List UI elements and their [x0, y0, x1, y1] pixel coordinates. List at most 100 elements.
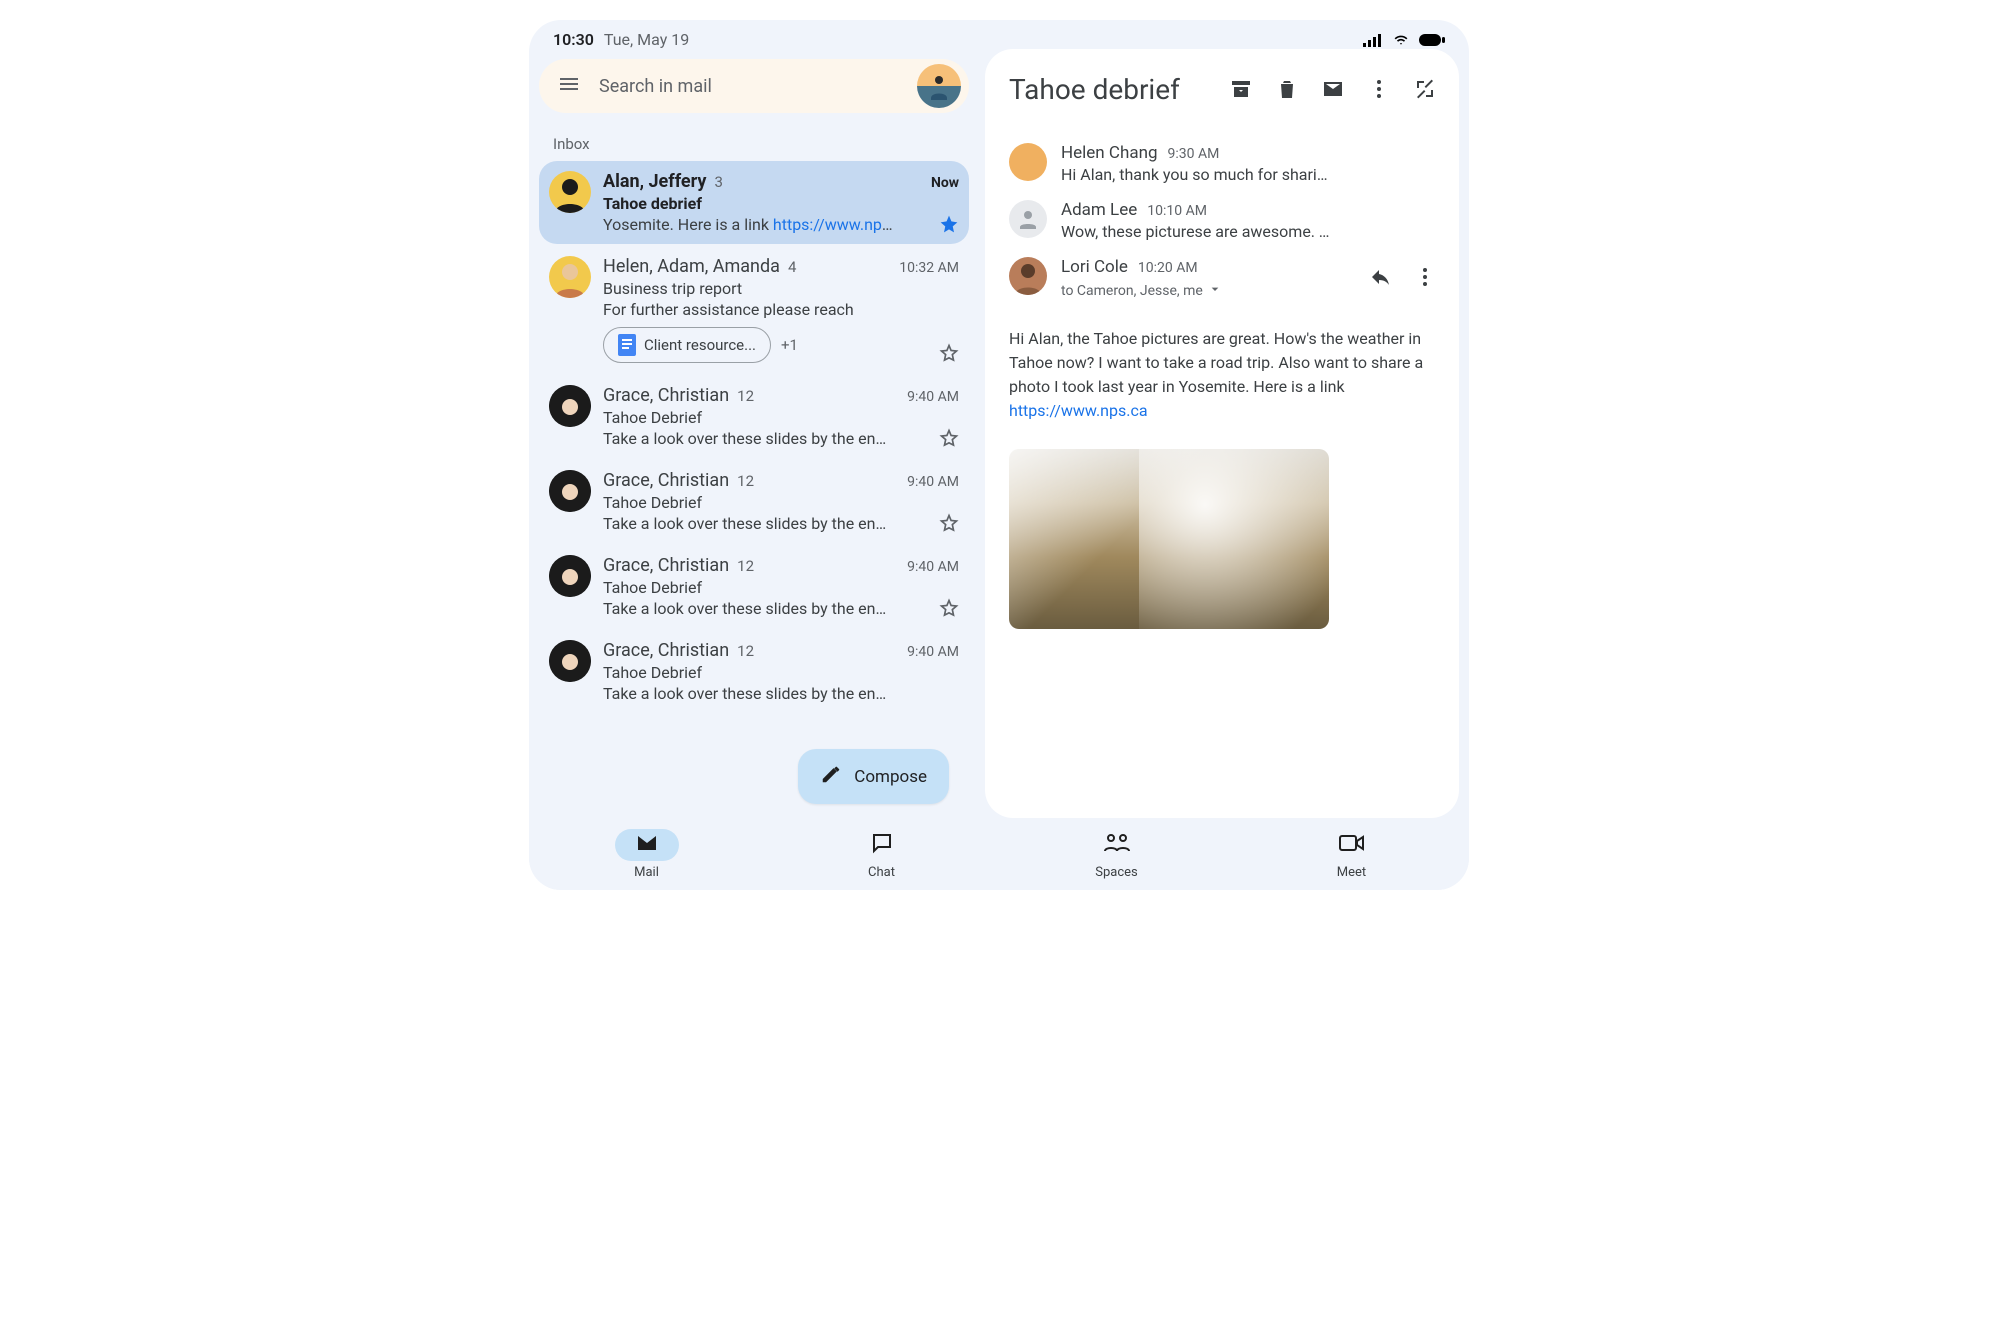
sender-avatar — [549, 385, 591, 427]
attachment-more[interactable]: +1 — [781, 336, 798, 354]
message-body-link[interactable]: https://www.nps.ca — [1009, 401, 1148, 420]
message-time: 10:20 AM — [1138, 260, 1198, 276]
status-bar: 10:30 Tue, May 19 — [529, 20, 1469, 49]
thread-count: 12 — [737, 472, 754, 490]
thread-time: 9:40 AM — [907, 389, 959, 405]
status-time: 10:30 — [553, 30, 594, 49]
battery-icon — [1419, 33, 1445, 47]
account-avatar[interactable] — [917, 64, 961, 108]
nav-chat[interactable]: Chat — [850, 829, 914, 880]
compose-button[interactable]: Compose — [798, 749, 949, 804]
thread-senders: Alan, Jeffery — [603, 171, 706, 192]
message-body: Hi Alan, the Tahoe pictures are great. H… — [1009, 309, 1445, 423]
thread-list[interactable]: Alan, Jeffery 3 Now Tahoe debrief Yosemi… — [539, 161, 969, 818]
thread-count: 4 — [788, 258, 796, 276]
delete-button[interactable] — [1267, 69, 1307, 109]
star-toggle[interactable] — [939, 598, 959, 618]
message-preview: Wow, these picturese are awesome. T... — [1061, 222, 1331, 241]
thread-time: 9:40 AM — [907, 559, 959, 575]
conversation-pane: Tahoe debrief — [985, 49, 1459, 818]
thread-count: 3 — [714, 173, 722, 191]
reply-button[interactable] — [1361, 257, 1401, 297]
nav-label: Meet — [1337, 865, 1366, 880]
thread-subject: Tahoe Debrief — [603, 578, 959, 597]
thread-snippet: Take a look over these slides by the end… — [603, 684, 893, 703]
nav-meet[interactable]: Meet — [1320, 829, 1384, 880]
expand-button[interactable] — [1405, 69, 1445, 109]
mail-icon — [635, 831, 659, 859]
star-toggle[interactable] — [939, 214, 959, 234]
spaces-icon — [1103, 833, 1131, 857]
inbox-pane: Search in mail Inbox Alan, Jeffery 3 N — [539, 49, 969, 818]
thread-count: 12 — [737, 387, 754, 405]
message-time: 9:30 AM — [1168, 146, 1220, 162]
sender-avatar — [549, 171, 591, 213]
message-collapsed[interactable]: Adam Lee 10:10 AM Wow, these picturese a… — [1009, 192, 1445, 249]
star-toggle[interactable] — [939, 343, 959, 363]
thread-subject: Tahoe Debrief — [603, 408, 959, 427]
thread-item[interactable]: Grace, Christian 12 9:40 AM Tahoe Debrie… — [539, 460, 969, 543]
thread-item[interactable]: Grace, Christian 12 9:40 AM Tahoe Debrie… — [539, 545, 969, 628]
message-sender: Lori Cole — [1061, 257, 1128, 277]
attachment-chip[interactable]: Client resource... — [603, 327, 771, 363]
thread-snippet: Take a look over these slides by the end… — [603, 599, 893, 618]
bottom-nav: Mail Chat Spaces Meet — [529, 818, 1469, 890]
search-placeholder: Search in mail — [599, 76, 899, 97]
thread-snippet: Take a look over these slides by the end… — [603, 514, 893, 533]
inbox-section-label: Inbox — [539, 127, 969, 161]
nav-label: Spaces — [1095, 865, 1138, 880]
thread-senders: Grace, Christian — [603, 385, 729, 406]
thread-count: 12 — [737, 557, 754, 575]
archive-button[interactable] — [1221, 69, 1261, 109]
message-sender: Adam Lee — [1061, 200, 1137, 220]
thread-time: 9:40 AM — [907, 474, 959, 490]
thread-snippet-link[interactable]: https://www.nps... — [773, 215, 893, 234]
thread-item[interactable]: Grace, Christian 12 9:40 AM Tahoe Debrie… — [539, 375, 969, 458]
thread-snippet: Take a look over these slides by the end… — [603, 429, 893, 448]
nav-spaces[interactable]: Spaces — [1085, 829, 1149, 880]
thread-subject: Business trip report — [603, 279, 959, 298]
search-bar[interactable]: Search in mail — [539, 59, 969, 113]
status-date: Tue, May 19 — [604, 30, 689, 49]
message-collapsed[interactable]: Helen Chang 9:30 AM Hi Alan, thank you s… — [1009, 135, 1445, 192]
compose-label: Compose — [854, 767, 927, 787]
message-recipients[interactable]: to Cameron, Jesse, me — [1061, 281, 1347, 301]
chevron-down-icon — [1207, 281, 1223, 301]
sender-avatar — [1009, 200, 1047, 238]
attached-photo[interactable] — [1009, 449, 1329, 629]
thread-item[interactable]: Helen, Adam, Amanda 4 10:32 AM Business … — [539, 246, 969, 373]
docs-icon — [618, 334, 636, 356]
thread-item[interactable]: Grace, Christian 12 9:40 AM Tahoe Debrie… — [539, 630, 969, 713]
conversation-title: Tahoe debrief — [1009, 73, 1215, 106]
sender-avatar — [549, 256, 591, 298]
thread-time: 10:32 AM — [899, 260, 959, 276]
message-sender: Helen Chang — [1061, 143, 1158, 163]
thread-subject: Tahoe Debrief — [603, 493, 959, 512]
star-toggle[interactable] — [939, 428, 959, 448]
thread-senders: Grace, Christian — [603, 555, 729, 576]
sender-avatar — [549, 640, 591, 682]
thread-senders: Grace, Christian — [603, 470, 729, 491]
sender-avatar — [549, 470, 591, 512]
star-toggle[interactable] — [939, 513, 959, 533]
sender-avatar — [549, 555, 591, 597]
app-window: 10:30 Tue, May 19 Search in mail — [529, 20, 1469, 890]
message-more-button[interactable] — [1405, 257, 1445, 297]
pencil-icon — [820, 763, 842, 790]
more-button[interactable] — [1359, 69, 1399, 109]
sender-avatar — [1009, 143, 1047, 181]
thread-time: 9:40 AM — [907, 644, 959, 660]
message-expanded: Lori Cole 10:20 AM to Cameron, Jesse, me — [1009, 249, 1445, 309]
nav-mail[interactable]: Mail — [615, 829, 679, 880]
nav-label: Chat — [868, 865, 895, 880]
thread-item[interactable]: Alan, Jeffery 3 Now Tahoe debrief Yosemi… — [539, 161, 969, 244]
thread-snippet: For further assistance please reach — [603, 300, 893, 319]
attachment-label: Client resource... — [644, 336, 756, 354]
thread-time: Now — [931, 175, 959, 191]
message-preview: Hi Alan, thank you so much for sharin... — [1061, 165, 1331, 184]
thread-subject: Tahoe Debrief — [603, 663, 959, 682]
meet-icon — [1339, 833, 1365, 857]
menu-icon[interactable] — [557, 72, 581, 100]
chat-icon — [870, 831, 894, 859]
mark-unread-button[interactable] — [1313, 69, 1353, 109]
